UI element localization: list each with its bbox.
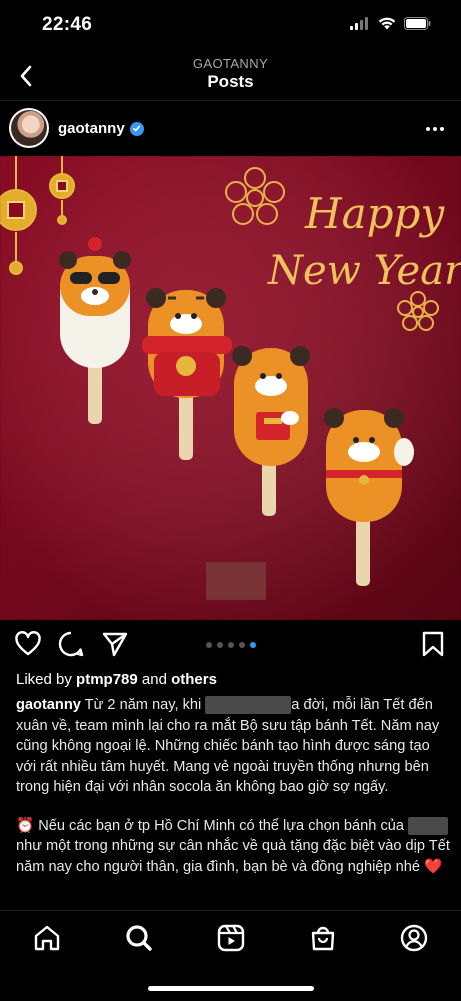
search-icon[interactable] bbox=[124, 923, 154, 953]
send-icon[interactable] bbox=[101, 630, 129, 658]
alarm-icon: ⏰ bbox=[16, 817, 35, 834]
status-time: 22:46 bbox=[42, 14, 93, 35]
status-icons bbox=[350, 17, 431, 30]
shop-icon[interactable] bbox=[308, 923, 338, 953]
caption-text: Từ 2 năm nay, khi bbox=[80, 697, 206, 713]
redacted-area bbox=[206, 562, 266, 600]
caption-paragraph-1: gaotanny Từ 2 năm nay, khi a đời, mỗi lầ… bbox=[16, 695, 452, 798]
redacted-area bbox=[408, 816, 449, 835]
caption-text: Nếu các bạn ở tp Hồ Chí Minh có thể lựa … bbox=[34, 817, 409, 834]
username-text: gaotanny bbox=[58, 120, 125, 137]
more-horizontal-icon[interactable] bbox=[423, 117, 447, 141]
status-bar: 22:46 bbox=[0, 0, 461, 52]
redacted-area bbox=[205, 696, 292, 715]
likes-middle: and bbox=[137, 671, 172, 688]
likes-others: others bbox=[171, 671, 217, 688]
carousel-dot bbox=[206, 642, 212, 648]
avatar[interactable] bbox=[9, 108, 49, 148]
carousel-dot bbox=[228, 642, 234, 648]
wifi-icon bbox=[378, 17, 396, 30]
post-actions bbox=[0, 620, 461, 670]
post-header: gaotanny bbox=[0, 100, 461, 157]
carousel-dot bbox=[217, 642, 223, 648]
battery-icon bbox=[404, 17, 431, 30]
post-caption: gaotanny Từ 2 năm nay, khi a đời, mỗi lầ… bbox=[16, 695, 452, 895]
home-indicator[interactable] bbox=[148, 986, 314, 991]
verified-badge-icon bbox=[129, 121, 144, 136]
reels-icon[interactable] bbox=[216, 923, 246, 953]
page-title: Posts bbox=[207, 72, 254, 91]
post-image[interactable]: Happy New Year bbox=[0, 156, 461, 620]
carousel-dot bbox=[239, 642, 245, 648]
comment-icon[interactable] bbox=[57, 630, 85, 658]
caption-paragraph-2: ⏰ Nếu các bạn ở tp Hồ Chí Minh có thể lự… bbox=[16, 816, 452, 878]
signal-icon bbox=[350, 17, 368, 30]
heart-icon[interactable] bbox=[14, 630, 42, 658]
carousel-dot-active bbox=[250, 642, 256, 648]
heart-emoji-icon: ❤️ bbox=[424, 858, 443, 875]
nav-bar: GAOTANNY Posts bbox=[0, 52, 461, 100]
likes-user: ptmp789 bbox=[76, 671, 138, 688]
caption-username[interactable]: gaotanny bbox=[16, 697, 81, 713]
bookmark-icon[interactable] bbox=[419, 630, 447, 658]
caption-text: như một trong những sự cân nhắc về quà t… bbox=[16, 838, 450, 875]
profile-handle: GAOTANNY bbox=[192, 56, 269, 71]
carousel-indicator bbox=[206, 642, 256, 648]
likes-line[interactable]: Liked by ptmp789 and others bbox=[16, 671, 217, 688]
greeting-happy: Happy bbox=[304, 189, 445, 238]
greeting-new-year: New Year bbox=[267, 248, 461, 294]
likes-prefix: Liked by bbox=[16, 671, 77, 688]
profile-icon[interactable] bbox=[399, 923, 429, 953]
post-username[interactable]: gaotanny bbox=[58, 120, 144, 137]
home-icon[interactable] bbox=[32, 923, 62, 953]
